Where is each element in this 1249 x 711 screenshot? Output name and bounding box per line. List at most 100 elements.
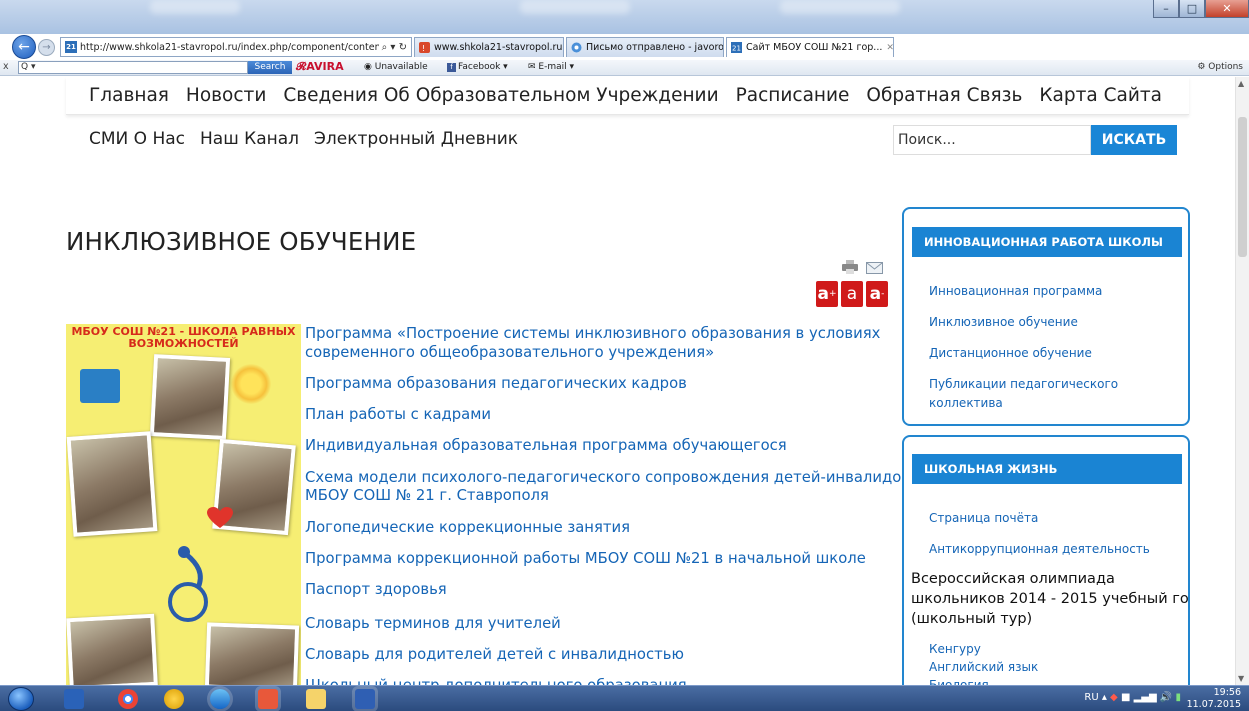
- link-health-passport[interactable]: Паспорт здоровья: [305, 580, 447, 599]
- sidebar-item-publications[interactable]: Публикации педагогического: [929, 375, 1118, 393]
- link-parent-glossary[interactable]: Словарь для родителей детей с инвалиднос…: [305, 645, 684, 664]
- address-text[interactable]: http://www.shkola21-stavropol.ru/index.p…: [80, 42, 393, 53]
- link-speech-therapy[interactable]: Логопедические коррекционные занятия: [305, 518, 630, 537]
- nav-item-info[interactable]: Сведения Об Образовательном Учреждении: [283, 85, 718, 106]
- email-menu[interactable]: ✉ E-mail ▾: [528, 62, 574, 72]
- link-program-inclusive-cont[interactable]: современного общеобразовательного учрежд…: [305, 343, 714, 362]
- folder-icon[interactable]: [306, 689, 326, 709]
- print-icon[interactable]: [842, 260, 858, 274]
- clock[interactable]: 19:56 11.07.2015: [1187, 687, 1241, 711]
- link-support-model-cont[interactable]: МБОУ СОШ № 21 г. Ставрополя: [305, 486, 549, 505]
- close-window-button[interactable]: ✕: [1205, 0, 1249, 18]
- network-icon[interactable]: ■: [1121, 692, 1130, 703]
- nav-item-sitemap[interactable]: Карта Сайта: [1039, 85, 1162, 106]
- window-controls: – □ ✕: [1153, 0, 1249, 18]
- email-page-icon[interactable]: [866, 262, 883, 274]
- sidebar-item-publications-cont[interactable]: коллектива: [929, 394, 1003, 412]
- globe-book-icon: [80, 369, 120, 403]
- nav-item-schedule[interactable]: Расписание: [736, 85, 850, 106]
- web-page: Главная Новости Сведения Об Образователь…: [0, 77, 1235, 685]
- signal-icon[interactable]: ▂▄▆: [1134, 692, 1157, 703]
- status-icon: ◉: [364, 62, 372, 72]
- avira-button[interactable]: 𝓡AVIRA: [296, 60, 344, 74]
- nav-item-diary[interactable]: Электронный Дневник: [314, 129, 518, 149]
- titlebar-glare: [150, 0, 240, 14]
- sidebar-item-anticorruption[interactable]: Антикоррупционная деятельность: [929, 540, 1150, 558]
- battery-icon[interactable]: ▮: [1175, 692, 1181, 703]
- nav-item-news[interactable]: Новости: [186, 85, 266, 106]
- scroll-down-icon[interactable]: ▼: [1238, 674, 1244, 683]
- titlebar-glare: [780, 0, 900, 14]
- nav-item-channel[interactable]: Наш Канал: [200, 129, 299, 149]
- scroll-up-icon[interactable]: ▲: [1238, 79, 1244, 88]
- sidebar-item-inclusive[interactable]: Инклюзивное обучение: [929, 313, 1078, 331]
- browser-right-icons[interactable]: ⌂ ★ ⚙: [1188, 38, 1243, 53]
- site-favicon-icon: 21: [65, 41, 77, 53]
- tab-mail[interactable]: Письмо отправлено - javoron...: [566, 37, 724, 57]
- sidebar-item-kangaroo[interactable]: Кенгуру: [929, 640, 981, 658]
- font-decrease-button[interactable]: a-: [866, 281, 888, 307]
- font-reset-button[interactable]: a: [841, 281, 863, 307]
- toolbar-search-button[interactable]: Search: [248, 61, 292, 74]
- unavailable-status[interactable]: ◉ Unavailable: [364, 62, 428, 72]
- internet-explorer-icon[interactable]: [210, 689, 230, 709]
- language-indicator[interactable]: RU: [1084, 692, 1098, 703]
- email-label: E-mail ▾: [538, 62, 575, 72]
- nav-item-media[interactable]: СМИ О Нас: [89, 129, 185, 149]
- nav-item-feedback[interactable]: Обратная Связь: [866, 85, 1022, 106]
- addon-toolbar: x Q ▾ Search 𝓡AVIRA ◉ Unavailable f Faceb…: [0, 60, 1249, 76]
- back-button[interactable]: ←: [12, 35, 36, 59]
- main-nav: Главная Новости Сведения Об Образователь…: [66, 77, 1189, 115]
- font-decrease-label: a: [869, 284, 882, 304]
- link-program-inclusive[interactable]: Программа «Построение системы инклюзивно…: [305, 324, 880, 343]
- maximize-button[interactable]: □: [1179, 0, 1205, 18]
- media-player-icon[interactable]: [64, 689, 84, 709]
- tab-school-site[interactable]: 21 Сайт МБОУ СОШ №21 гор... ✕: [726, 37, 894, 57]
- link-staff-plan[interactable]: План работы с кадрами: [305, 405, 491, 424]
- scrollbar-thumb[interactable]: [1238, 117, 1247, 257]
- search-input[interactable]: [893, 125, 1091, 155]
- word-icon[interactable]: [355, 689, 375, 709]
- sidebar-item-innovation-program[interactable]: Инновационная программа: [929, 282, 1102, 300]
- sidebar-item-biology[interactable]: Биология: [929, 676, 989, 685]
- toolbar-close-icon[interactable]: x: [3, 61, 9, 72]
- system-tray: RU ▴ ◆ ■ ▂▄▆ 🔊 ▮: [1084, 692, 1181, 703]
- link-extra-education[interactable]: Школьный центр дополнительного образован…: [305, 676, 687, 685]
- link-teacher-glossary[interactable]: Словарь терминов для учителей: [305, 614, 561, 633]
- tray-expand-icon[interactable]: ▴: [1102, 692, 1110, 703]
- app-icon[interactable]: [164, 689, 184, 709]
- link-individual-program[interactable]: Индивидуальная образовательная программа…: [305, 436, 787, 455]
- address-controls[interactable]: ⌕ ▾ ↻: [378, 41, 407, 53]
- address-bar[interactable]: 21 http://www.shkola21-stavropol.ru/inde…: [60, 37, 412, 57]
- forward-button[interactable]: →: [38, 39, 55, 56]
- chrome-icon[interactable]: [118, 689, 138, 709]
- sidebar-item-honor[interactable]: Страница почёта: [929, 509, 1038, 527]
- toolbar-options[interactable]: ⚙ Options: [1197, 62, 1243, 72]
- sidebar-item-distance[interactable]: Дистанционное обучение: [929, 344, 1092, 362]
- school-collage-image: МБОУ СОШ №21 - ШКОЛА РАВНЫХ ВОЗМОЖНОСТЕЙ: [66, 324, 301, 685]
- avira-tray-icon[interactable]: ◆: [1110, 692, 1118, 703]
- minimize-button[interactable]: –: [1153, 0, 1179, 18]
- link-teacher-program[interactable]: Программа образования педагогических кад…: [305, 374, 687, 393]
- sidebar-item-english[interactable]: Английский язык: [929, 658, 1038, 676]
- facebook-menu[interactable]: f Facebook ▾: [447, 62, 508, 72]
- close-tab-icon[interactable]: ✕: [886, 43, 893, 53]
- toolbar-search-input[interactable]: Q ▾: [18, 61, 248, 74]
- options-label: Options: [1208, 62, 1243, 72]
- page-scrollbar[interactable]: ▲ ▼: [1235, 77, 1249, 685]
- nav-item-home[interactable]: Главная: [89, 85, 169, 106]
- link-support-model[interactable]: Схема модели психолого-педагогического с…: [305, 468, 910, 487]
- photo-outdoor: [204, 622, 300, 685]
- tab-label: Сайт МБОУ СОШ №21 гор...: [746, 42, 883, 53]
- windows-taskbar: RU ▴ ◆ ■ ▂▄▆ 🔊 ▮ 19:56 11.07.2015: [0, 685, 1249, 711]
- start-button[interactable]: [8, 687, 34, 711]
- sub-nav: СМИ О Нас Наш Канал Электронный Дневник: [89, 129, 533, 149]
- tab-label: Письмо отправлено - javoron...: [586, 42, 724, 53]
- font-increase-button[interactable]: a +: [816, 281, 838, 307]
- tab-label: www.shkola21-stavropol.ru — ...: [434, 42, 563, 53]
- volume-icon[interactable]: 🔊: [1160, 692, 1172, 703]
- tab-shkola21[interactable]: ! www.shkola21-stavropol.ru — ...: [414, 37, 564, 57]
- search-button[interactable]: ИСКАТЬ: [1091, 125, 1177, 155]
- link-correction-program[interactable]: Программа коррекционной работы МБОУ СОШ …: [305, 549, 866, 568]
- presentation-app-icon[interactable]: [258, 689, 278, 709]
